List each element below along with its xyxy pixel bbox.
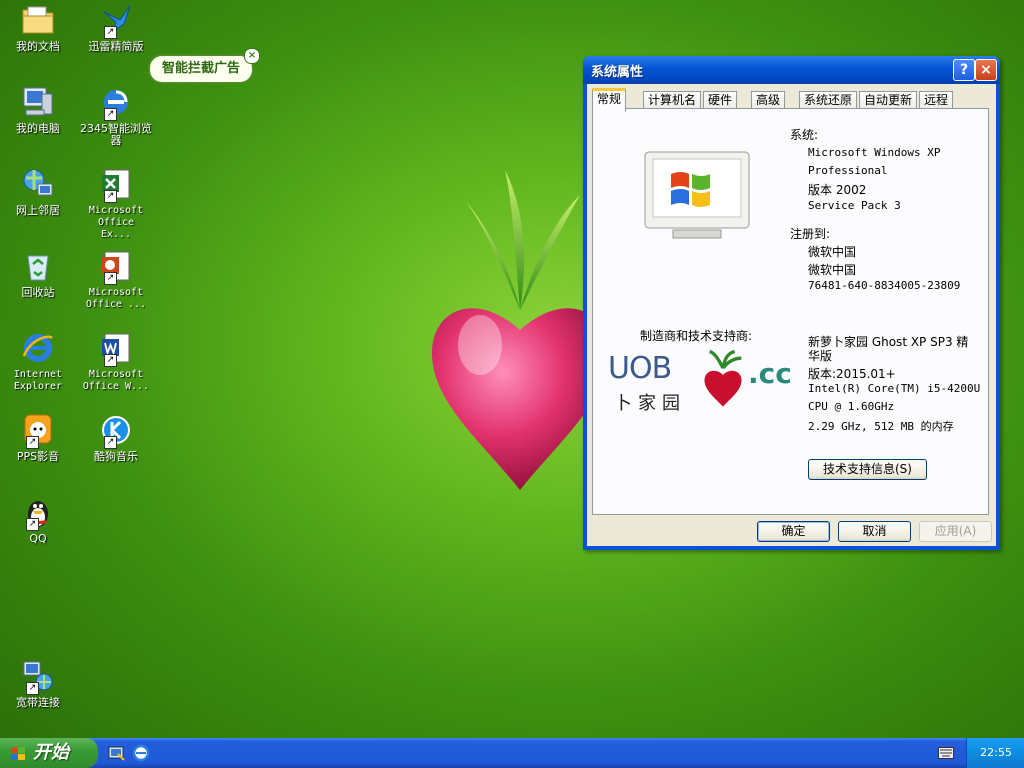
system-heading: 系统:: [790, 128, 819, 142]
network-places-icon: [23, 169, 53, 196]
memory-info: 2.29 GHz, 512 MB 的内存: [808, 420, 954, 433]
desktop-icon-internet-explorer[interactable]: Internet Explorer: [2, 330, 74, 393]
icon-label: 我的电脑: [16, 122, 60, 135]
oem-version: 版本:2015.01+: [808, 367, 896, 381]
desktop-icon-network[interactable]: 网上邻居: [2, 166, 74, 217]
registered-heading: 注册到:: [790, 227, 831, 241]
system-version: 版本 2002: [808, 183, 867, 197]
tab-computer-name[interactable]: 计算机名: [643, 91, 702, 109]
icon-label: Microsoft Office Ex...: [88, 205, 144, 240]
windows-xp-monitor-icon: [644, 151, 750, 239]
icon-label: Internet Explorer: [13, 369, 63, 392]
cancel-button[interactable]: 取消: [838, 521, 911, 542]
oem-logo-text: UOB: [608, 351, 672, 386]
shortcut-arrow-icon: ↗: [26, 518, 39, 531]
registered-org: 微软中国: [808, 263, 857, 277]
support-info-button[interactable]: 技术支持信息(S): [808, 459, 927, 480]
oem-name-line2: 华版: [808, 349, 833, 363]
desktop-icon-recycle-bin[interactable]: 回收站: [2, 248, 74, 299]
icon-label: 回收站: [21, 286, 55, 299]
quick-launch-ie-icon[interactable]: [132, 744, 150, 762]
desktop-icon-thunder[interactable]: ↗ 迅雷精简版: [80, 2, 152, 53]
system-os-name: Microsoft Windows XP: [808, 146, 941, 159]
oem-radish-logo: UOB 卜家园 .cc: [608, 349, 793, 419]
show-desktop-icon[interactable]: [108, 744, 126, 762]
tab-system-restore[interactable]: 系统还原: [799, 91, 858, 109]
balloon-text: 智能拦截广告: [162, 61, 241, 76]
system-properties-dialog: 系统属性 ? × 常规 计算机名 硬件 高级 系统还原 自动更新 远程 系统: …: [583, 56, 1000, 550]
cpu-speed: CPU @ 1.60GHz: [808, 400, 895, 413]
shortcut-arrow-icon: ↗: [104, 108, 117, 121]
apply-button: 应用(A): [919, 521, 992, 542]
dialog-client: 常规 计算机名 硬件 高级 系统还原 自动更新 远程 系统: Microsoft…: [587, 84, 996, 546]
oem-name-line1: 新萝卜家园 Ghost XP SP3 精: [808, 335, 969, 349]
icon-label: 2345智能浏览 器: [80, 122, 152, 147]
desktop-icon-kugou[interactable]: ↗ 酷狗音乐: [80, 412, 152, 463]
clock[interactable]: 22:55: [980, 746, 1012, 759]
recycle-bin-icon: [27, 255, 49, 281]
icon-label: 网上邻居: [16, 204, 60, 217]
my-documents-icon: [22, 6, 54, 34]
icon-label: Microsoft Office ...: [85, 287, 147, 310]
shortcut-arrow-icon: ↗: [26, 682, 39, 695]
desktop-icon-pps[interactable]: ↗ PPS影音: [2, 412, 74, 463]
my-computer-icon: [23, 87, 53, 116]
oem-logo-domain: .cc: [748, 357, 792, 390]
registered-user: 微软中国: [808, 245, 857, 259]
system-tray: 22:55: [966, 738, 1024, 768]
icon-label: 迅雷精简版: [88, 40, 144, 53]
desktop-icon-excel[interactable]: ↗ Microsoft Office Ex...: [80, 166, 152, 241]
start-label: 开始: [33, 742, 69, 763]
oem-logo-subtext: 卜家园: [614, 393, 686, 414]
shortcut-arrow-icon: ↗: [104, 190, 117, 203]
shortcut-arrow-icon: ↗: [26, 436, 39, 449]
dialog-title: 系统属性: [591, 65, 644, 80]
balloon-close-icon[interactable]: ×: [244, 48, 261, 64]
close-button[interactable]: ×: [975, 59, 997, 81]
windows-flag-icon: [11, 747, 25, 760]
oem-radish-icon: [704, 349, 742, 407]
tab-general[interactable]: 常规: [592, 88, 627, 112]
system-edition: Professional: [808, 164, 888, 177]
ad-block-balloon[interactable]: 智能拦截广告 ×: [148, 48, 261, 84]
desktop-icon-2345-browser[interactable]: ↗ 2345智能浏览 器: [80, 84, 152, 147]
keyboard-icon[interactable]: [938, 747, 954, 759]
icon-label: Microsoft Office W...: [82, 369, 150, 392]
shortcut-arrow-icon: ↗: [104, 272, 117, 285]
start-button[interactable]: 开始: [0, 738, 98, 768]
desktop-icon-my-computer[interactable]: 我的电脑: [2, 84, 74, 135]
dialog-titlebar[interactable]: 系统属性 ? ×: [583, 56, 1000, 84]
desktop-icon-my-documents[interactable]: 我的文档: [2, 2, 74, 53]
desktop-icon-qq[interactable]: ↗ QQ: [2, 494, 74, 545]
cpu-model: Intel(R) Core(TM) i5-4200U: [808, 382, 981, 395]
help-button[interactable]: ?: [953, 59, 975, 81]
icon-label: PPS影音: [16, 450, 60, 463]
icon-label: QQ: [29, 532, 47, 545]
tab-hardware[interactable]: 硬件: [703, 91, 738, 109]
shortcut-arrow-icon: ↗: [104, 354, 117, 367]
taskbar: 开始 22:55: [0, 738, 1024, 768]
desktop-icon-word[interactable]: ↗ Microsoft Office W...: [80, 330, 152, 393]
product-id: 76481-640-8834005-23809: [808, 279, 961, 292]
desktop-icon-broadband[interactable]: ↗ 宽带连接: [2, 658, 74, 709]
general-tab-panel: 系统: Microsoft Windows XP Professional 版本…: [592, 108, 989, 515]
tab-remote[interactable]: 远程: [919, 91, 954, 109]
desktop-icon-powerpoint[interactable]: ↗ Microsoft Office ...: [80, 248, 152, 311]
icon-label: 宽带连接: [16, 696, 60, 709]
shortcut-arrow-icon: ↗: [104, 436, 117, 449]
oem-heading: 制造商和技术支持商:: [640, 329, 753, 343]
tab-auto-update[interactable]: 自动更新: [859, 91, 918, 109]
shortcut-arrow-icon: ↗: [104, 26, 117, 39]
icon-label: 我的文档: [16, 40, 60, 53]
system-service-pack: Service Pack 3: [808, 199, 901, 212]
icon-label: 酷狗音乐: [94, 450, 138, 463]
internet-explorer-icon: [22, 334, 53, 362]
tab-advanced[interactable]: 高级: [751, 91, 786, 109]
ok-button[interactable]: 确定: [757, 521, 830, 542]
